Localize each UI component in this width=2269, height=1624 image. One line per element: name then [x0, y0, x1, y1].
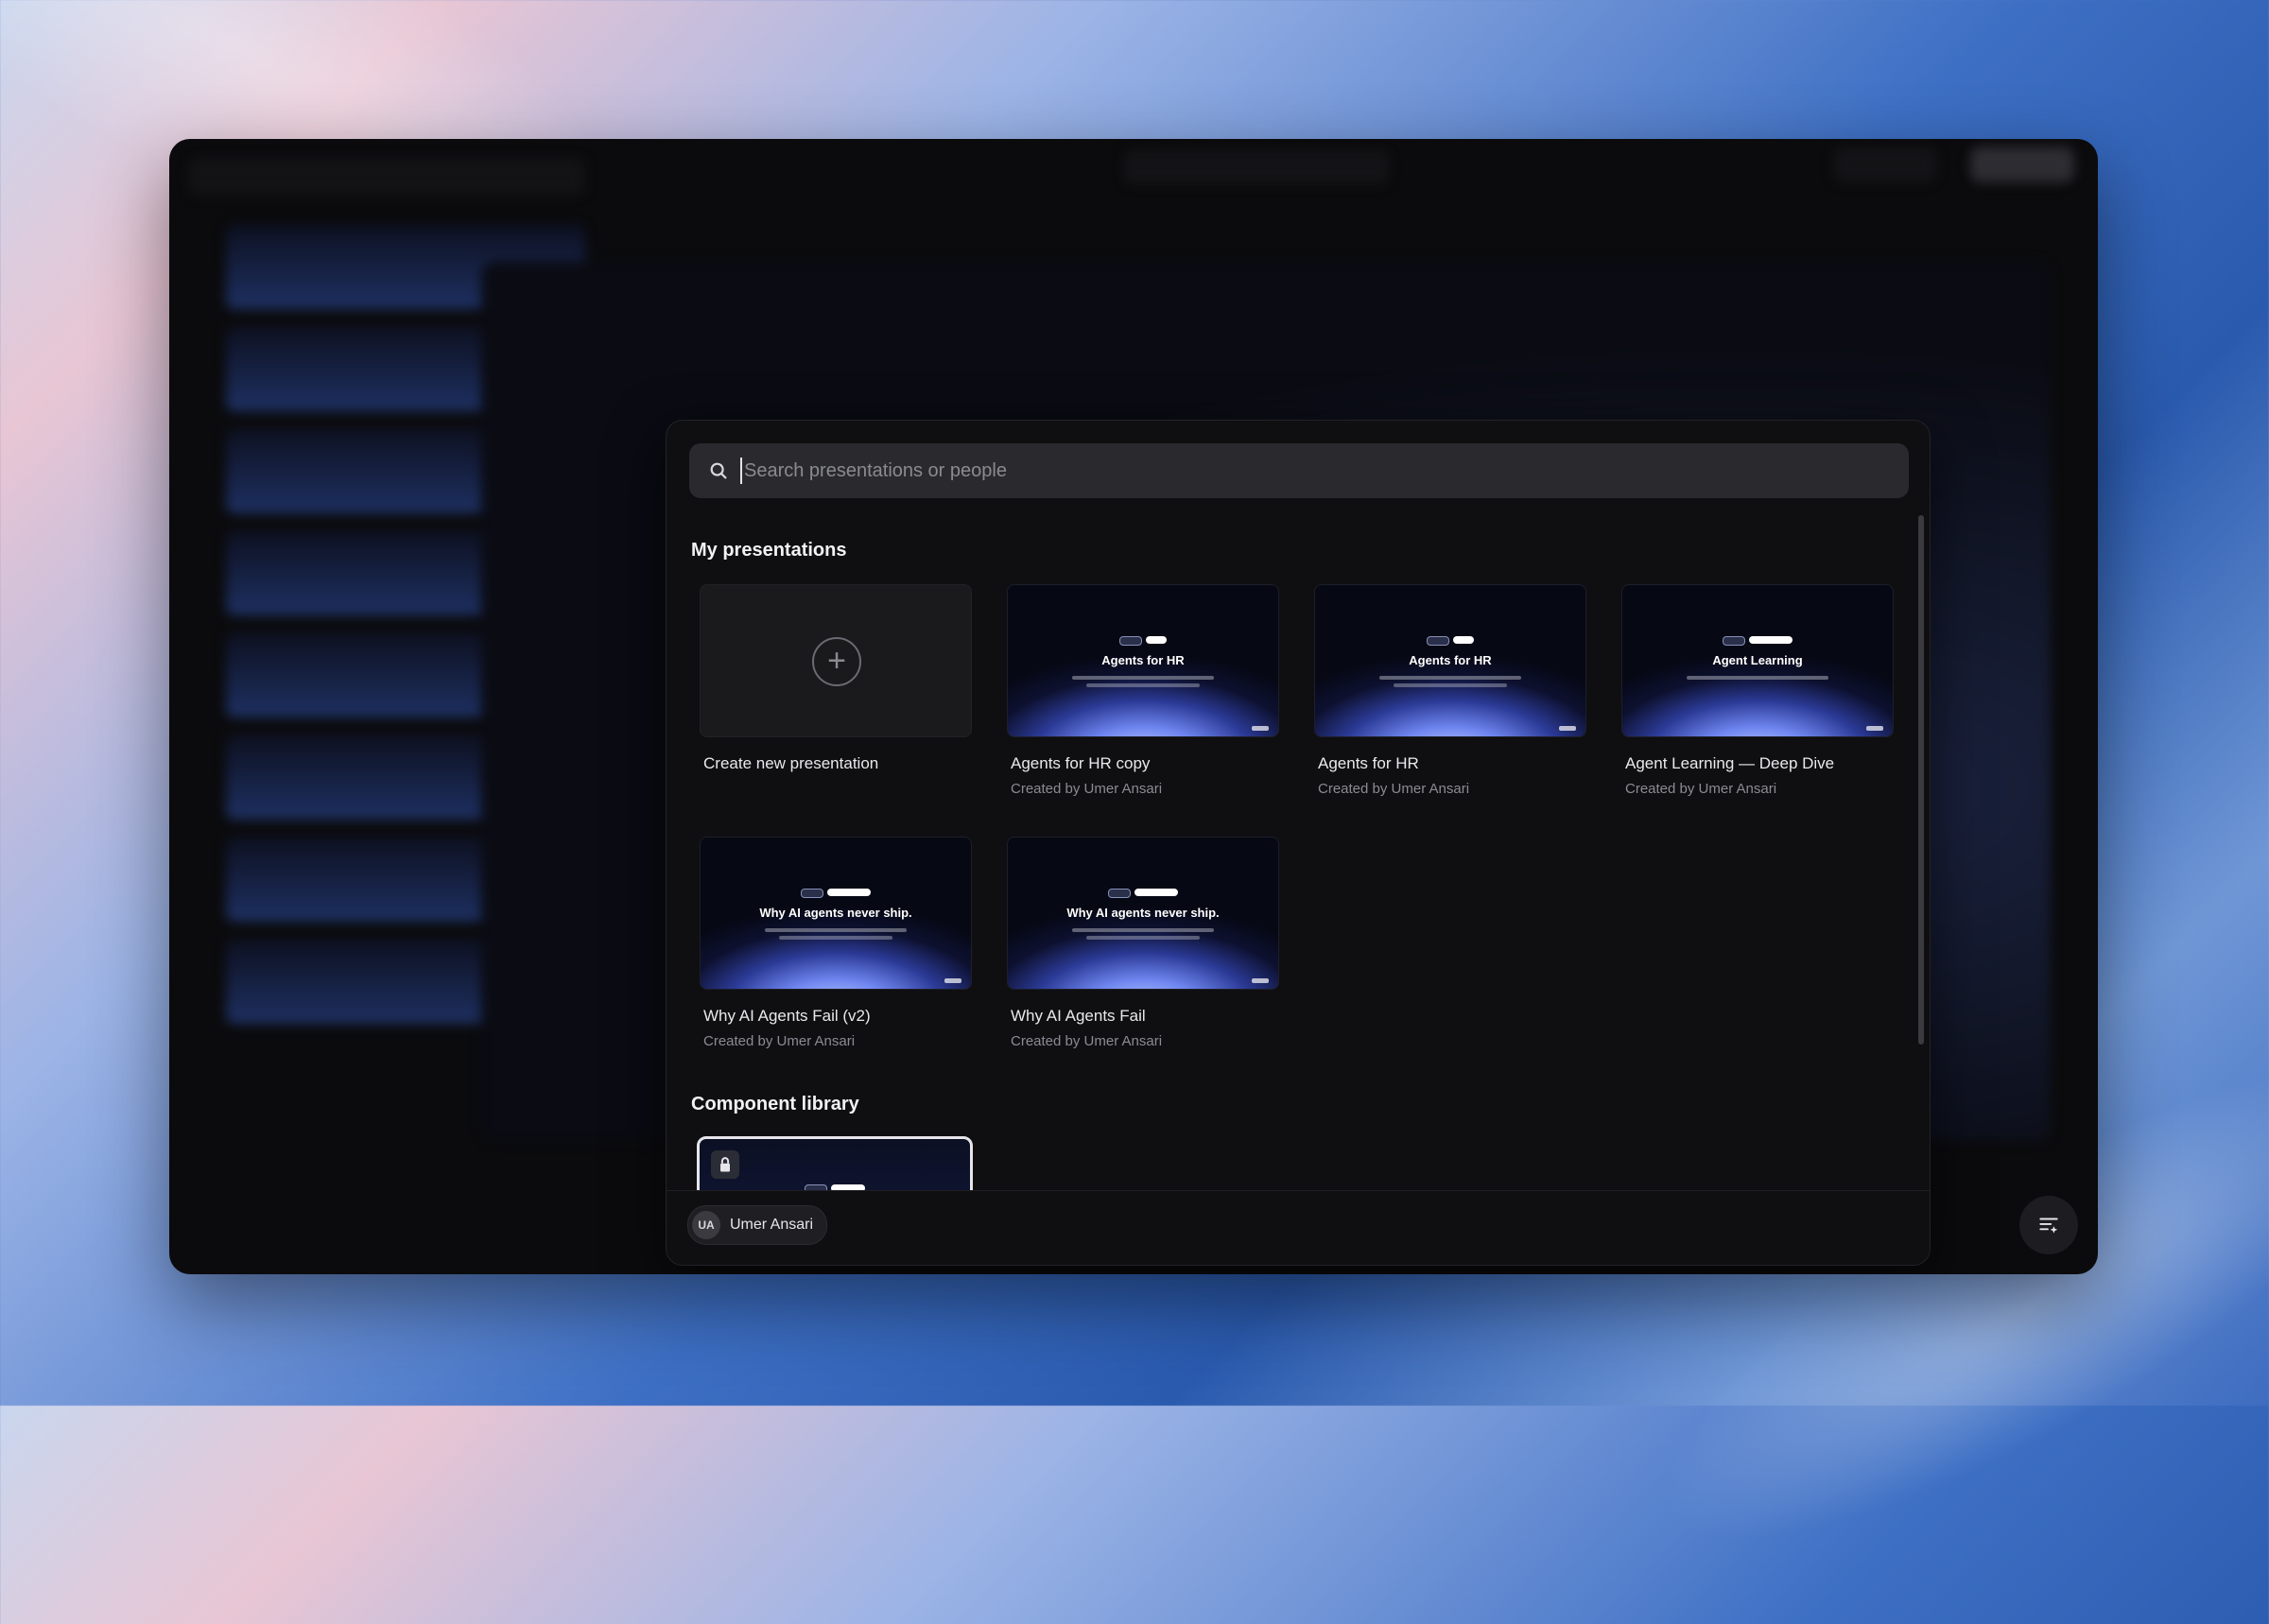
assistant-button[interactable] — [2019, 1196, 2078, 1254]
search-input[interactable] — [740, 458, 1909, 484]
presentation-card[interactable]: Why AI agents never ship. Why AI Agents … — [700, 837, 972, 1049]
app-window: My presentations + Create new presentati… — [169, 139, 2098, 1274]
card-title: Agents for HR copy — [1011, 754, 1151, 772]
card-title: Create new presentation — [703, 754, 879, 772]
presentation-thumbnail[interactable]: Agents for HR — [1007, 584, 1279, 737]
plus-icon: + — [812, 637, 861, 686]
component-library-card[interactable] — [697, 1136, 973, 1190]
thumbnail-title: Agents for HR — [1409, 653, 1492, 667]
topbar-button — [1970, 147, 2074, 182]
thumbnail-title: Agent Learning — [1712, 653, 1803, 667]
topbar-button — [1833, 147, 1937, 182]
card-creator: Created by Umer Ansari — [1625, 781, 1777, 797]
presentations-scroll-area[interactable]: My presentations + Create new presentati… — [667, 515, 1930, 1190]
search-bar[interactable] — [689, 443, 1909, 498]
presentation-card[interactable]: Agent Learning Agent Learning — Deep Div… — [1621, 584, 1894, 797]
card-creator: Created by Umer Ansari — [1318, 781, 1470, 797]
card-creator: Created by Umer Ansari — [703, 1033, 856, 1049]
presentation-card[interactable]: Why AI agents never ship. Why AI Agents … — [1007, 837, 1279, 1049]
card-creator: Created by Umer Ansari — [1011, 781, 1163, 797]
thumbnail-title: Why AI agents never ship. — [1066, 906, 1220, 920]
thumbnail-title: Why AI agents never ship. — [759, 906, 912, 920]
document-title-area — [1124, 150, 1389, 184]
card-creator: Created by Umer Ansari — [1011, 1033, 1163, 1049]
presentation-thumbnail[interactable]: Agent Learning — [1621, 584, 1894, 737]
presentation-thumbnail[interactable]: Agents for HR — [1314, 584, 1586, 737]
section-title-component-library: Component library — [691, 1094, 859, 1114]
presentation-card[interactable]: Agents for HR Agents for HR copy Created… — [1007, 584, 1279, 797]
presentation-thumbnail[interactable]: Why AI agents never ship. — [700, 837, 972, 990]
list-sparkle-icon — [2039, 1218, 2058, 1234]
presentation-thumbnail[interactable]: Why AI agents never ship. — [1007, 837, 1279, 990]
presentation-card[interactable]: Agents for HR Agents for HR Created by U… — [1314, 584, 1586, 797]
search-icon — [710, 462, 727, 479]
user-name: Umer Ansari — [730, 1217, 814, 1233]
avatar: UA — [692, 1211, 720, 1239]
create-new-presentation-card[interactable]: + Create new presentation — [700, 584, 972, 773]
user-filter-chip[interactable]: UA Umer Ansari — [687, 1205, 828, 1245]
modal-footer: UA Umer Ansari — [667, 1190, 1930, 1265]
modal-scrollbar[interactable] — [1918, 515, 1924, 1045]
card-title: Agent Learning — Deep Dive — [1625, 754, 1835, 772]
new-presentation-thumb[interactable]: + — [700, 584, 972, 737]
section-title-my-presentations: My presentations — [691, 540, 847, 561]
card-title: Why AI Agents Fail (v2) — [703, 1007, 871, 1025]
card-title: Why AI Agents Fail — [1011, 1007, 1146, 1025]
presentation-picker-modal: My presentations + Create new presentati… — [666, 420, 1931, 1266]
card-title: Agents for HR — [1318, 754, 1419, 772]
thumbnail-title: Agents for HR — [1101, 653, 1185, 667]
lock-icon — [711, 1150, 739, 1179]
